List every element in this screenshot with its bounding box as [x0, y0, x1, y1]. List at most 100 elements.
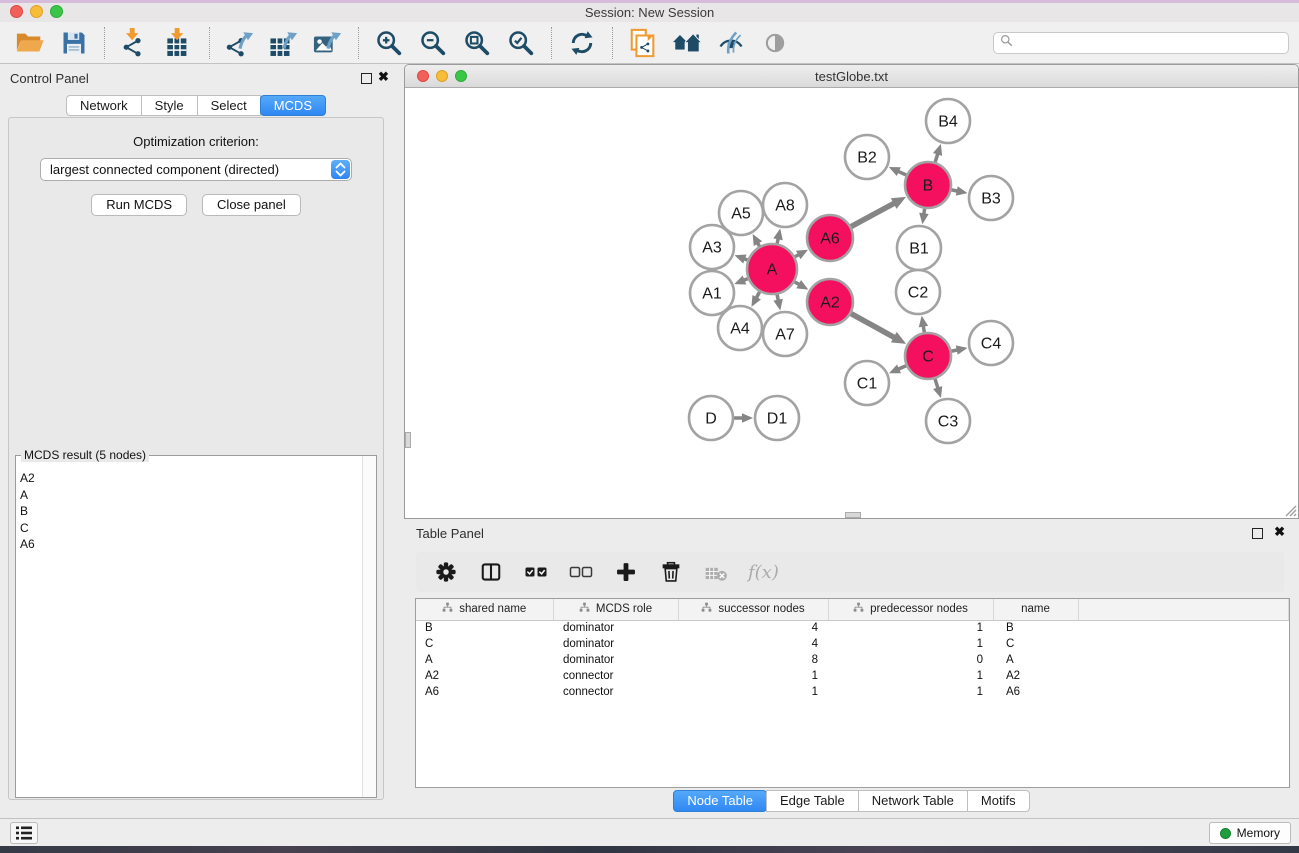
- tab-motifs[interactable]: Motifs: [967, 790, 1030, 812]
- graph-edge-B-B2[interactable]: [898, 171, 906, 175]
- table-cell[interactable]: 8: [678, 652, 828, 668]
- graph-edge-C-C3[interactable]: [935, 379, 938, 389]
- column-layout-icon[interactable]: [478, 559, 504, 585]
- tab-network-table[interactable]: Network Table: [858, 790, 968, 812]
- delete-column-icon[interactable]: [658, 559, 684, 585]
- result-item[interactable]: A2: [20, 470, 362, 487]
- table-cell[interactable]: dominator: [553, 620, 678, 636]
- table-cell[interactable]: connector: [553, 668, 678, 684]
- result-item[interactable]: C: [20, 520, 362, 537]
- close-panel-icon[interactable]: ✖: [378, 69, 389, 85]
- table-row[interactable]: Cdominator41C: [416, 636, 1289, 652]
- table-cell[interactable]: dominator: [553, 636, 678, 652]
- tab-edge-table[interactable]: Edge Table: [766, 790, 859, 812]
- search-input[interactable]: [1018, 36, 1282, 50]
- home-icon[interactable]: [671, 27, 703, 59]
- table-cell[interactable]: 1: [678, 684, 828, 700]
- gear-icon[interactable]: [433, 559, 459, 585]
- save-session-icon[interactable]: [58, 27, 90, 59]
- criterion-select[interactable]: largest connected component (directed): [40, 158, 352, 181]
- table-cell[interactable]: 1: [828, 684, 993, 700]
- zoom-selected-icon[interactable]: [505, 27, 537, 59]
- table-cell[interactable]: A2: [416, 668, 553, 684]
- table-float-panel-icon[interactable]: [1252, 528, 1263, 539]
- result-scrollbar[interactable]: [362, 456, 376, 797]
- column-header-shared-name[interactable]: shared name: [416, 599, 553, 620]
- table-cell[interactable]: dominator: [553, 652, 678, 668]
- zoom-in-icon[interactable]: [373, 27, 405, 59]
- new-network-from-file-icon[interactable]: [627, 27, 659, 59]
- graph-edge-A2-C[interactable]: [851, 314, 895, 338]
- close-panel-button[interactable]: Close panel: [202, 194, 301, 216]
- import-network-icon[interactable]: [119, 27, 151, 59]
- table-row[interactable]: A6connector11A6: [416, 684, 1289, 700]
- canvas-vertical-scroll-thumb[interactable]: [405, 432, 411, 448]
- column-header-filler: [1078, 599, 1289, 620]
- table-cell[interactable]: A2: [993, 668, 1078, 684]
- open-folder-icon[interactable]: [14, 27, 46, 59]
- run-mcds-button[interactable]: Run MCDS: [91, 194, 187, 216]
- table-cell[interactable]: C: [416, 636, 553, 652]
- table-cell[interactable]: B: [416, 620, 553, 636]
- memory-button[interactable]: Memory: [1209, 822, 1291, 844]
- table-row[interactable]: Adominator80A: [416, 652, 1289, 668]
- result-item[interactable]: B: [20, 503, 362, 520]
- table-cell[interactable]: connector: [553, 684, 678, 700]
- table-row[interactable]: A2connector11A2: [416, 668, 1289, 684]
- table-cell[interactable]: 4: [678, 620, 828, 636]
- show-columns-icon[interactable]: [523, 559, 549, 585]
- graph-edge-A6-B[interactable]: [851, 203, 894, 227]
- tab-mcds[interactable]: MCDS: [260, 95, 326, 116]
- control-panel-tabs: NetworkStyleSelectMCDS: [0, 95, 392, 116]
- table-cell[interactable]: A: [416, 652, 553, 668]
- hide-columns-icon[interactable]: [568, 559, 594, 585]
- resize-grip-icon[interactable]: [1283, 503, 1297, 517]
- table-cell[interactable]: 0: [828, 652, 993, 668]
- table-cell[interactable]: 4: [678, 636, 828, 652]
- task-history-button[interactable]: [10, 822, 38, 844]
- table-cell[interactable]: C: [993, 636, 1078, 652]
- tab-node-table[interactable]: Node Table: [673, 790, 767, 812]
- show-graphics-details-icon[interactable]: [759, 27, 791, 59]
- export-network-icon[interactable]: [224, 27, 256, 59]
- result-item[interactable]: A: [20, 487, 362, 504]
- table-cell[interactable]: 1: [828, 668, 993, 684]
- zoom-out-icon[interactable]: [417, 27, 449, 59]
- result-item[interactable]: A6: [20, 536, 362, 553]
- column-header-mcds-role[interactable]: MCDS role: [553, 599, 678, 620]
- export-table-icon[interactable]: [268, 27, 300, 59]
- float-panel-icon[interactable]: [361, 73, 372, 84]
- table-row[interactable]: Bdominator41B: [416, 620, 1289, 636]
- zoom-fit-icon[interactable]: [461, 27, 493, 59]
- import-table-icon[interactable]: [163, 27, 195, 59]
- table-cell[interactable]: 1: [828, 620, 993, 636]
- table-cell[interactable]: A: [993, 652, 1078, 668]
- tab-network[interactable]: Network: [66, 95, 142, 116]
- refresh-icon[interactable]: [566, 27, 598, 59]
- search-field[interactable]: [993, 32, 1289, 54]
- network-canvas[interactable]: B4B2BB3A8A5A6A3B1AC2A1A2A4A7C4CC1C3DD1: [405, 88, 1298, 518]
- column-header-predecessor-nodes[interactable]: predecessor nodes: [828, 599, 993, 620]
- column-header-successor-nodes[interactable]: successor nodes: [678, 599, 828, 620]
- table-close-panel-icon[interactable]: ✖: [1274, 524, 1285, 540]
- table-cell[interactable]: 1: [828, 636, 993, 652]
- hide-graphics-details-icon[interactable]: [715, 27, 747, 59]
- tab-style[interactable]: Style: [141, 95, 198, 116]
- graph-edge-C-C2[interactable]: [923, 326, 924, 333]
- export-image-icon[interactable]: [312, 27, 344, 59]
- table-cell[interactable]: B: [993, 620, 1078, 636]
- tab-select[interactable]: Select: [197, 95, 261, 116]
- graph-edge-B-B4[interactable]: [935, 153, 938, 162]
- control-panel: Control Panel ✖ NetworkStyleSelectMCDS O…: [0, 64, 392, 818]
- table-cell[interactable]: A6: [416, 684, 553, 700]
- graph-edge-C-C1[interactable]: [898, 366, 906, 370]
- network-window-title: testGlobe.txt: [405, 69, 1298, 84]
- column-hierarchy-icon: [579, 602, 590, 616]
- canvas-horizontal-scroll-thumb[interactable]: [845, 512, 861, 518]
- column-header-name[interactable]: name: [993, 599, 1078, 620]
- graph-edge-A-A4[interactable]: [756, 292, 759, 298]
- edge-arrowhead-icon: [956, 186, 968, 195]
- table-cell[interactable]: A6: [993, 684, 1078, 700]
- add-column-icon[interactable]: [613, 559, 639, 585]
- table-cell[interactable]: 1: [678, 668, 828, 684]
